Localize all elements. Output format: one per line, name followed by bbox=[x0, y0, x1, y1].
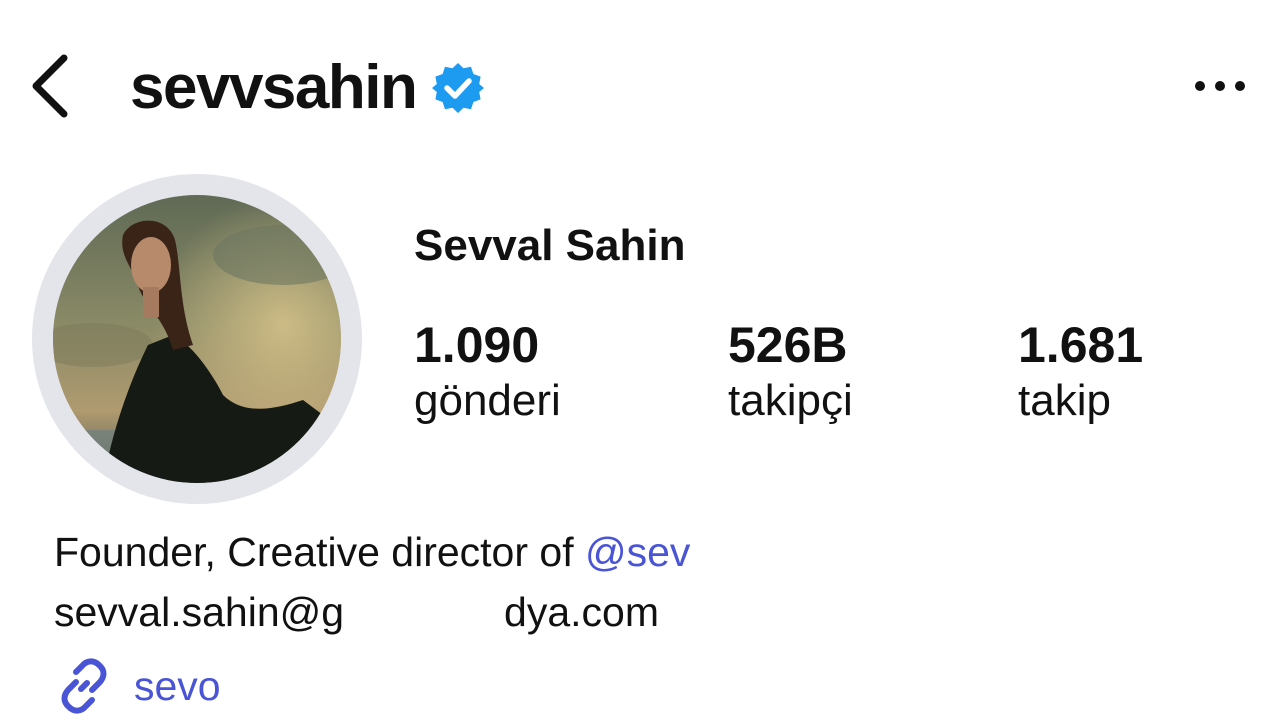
stat-following-label: takip bbox=[1018, 376, 1111, 425]
stat-followers-count: 526B bbox=[728, 317, 848, 373]
stat-posts-count: 1.090 bbox=[414, 317, 540, 373]
avatar-photo bbox=[53, 195, 341, 483]
bio-email-start: sevval.sahin@g bbox=[54, 589, 345, 635]
more-horizontal-icon bbox=[1195, 81, 1245, 91]
more-options-button[interactable] bbox=[1188, 70, 1252, 102]
username: sevvsahin bbox=[130, 53, 418, 122]
stat-posts[interactable]: 1.090 gönderi bbox=[414, 318, 561, 425]
bio-line-2: sevval.sahin@g dya.com bbox=[54, 589, 659, 635]
link-icon bbox=[61, 658, 107, 714]
verified-badge-icon bbox=[432, 63, 485, 113]
bio-line-1: Founder, Creative director of @sev bbox=[54, 529, 690, 575]
bio-mention-link[interactable]: @sev bbox=[585, 529, 690, 575]
chevron-left-icon bbox=[32, 54, 68, 118]
username-title: sevvsahin bbox=[130, 52, 486, 124]
bio-text: Founder, Creative director of bbox=[54, 529, 585, 575]
stat-followers-label: takipçi bbox=[728, 376, 853, 425]
display-name: Sevval Sahin bbox=[414, 221, 686, 270]
stat-followers[interactable]: 526B takipçi bbox=[728, 318, 853, 425]
external-link[interactable]: sevo bbox=[54, 656, 221, 716]
link-text: sevo bbox=[134, 662, 221, 709]
stat-following[interactable]: 1.681 takip bbox=[1018, 318, 1143, 425]
avatar[interactable] bbox=[53, 195, 341, 483]
redacted-area bbox=[344, 597, 505, 634]
bio-email-end: dya.com bbox=[504, 589, 659, 635]
stat-posts-label: gönderi bbox=[414, 376, 561, 425]
back-button[interactable] bbox=[28, 50, 76, 122]
profile-header: sevvsahin bbox=[0, 0, 1280, 175]
stat-following-count: 1.681 bbox=[1018, 317, 1144, 373]
